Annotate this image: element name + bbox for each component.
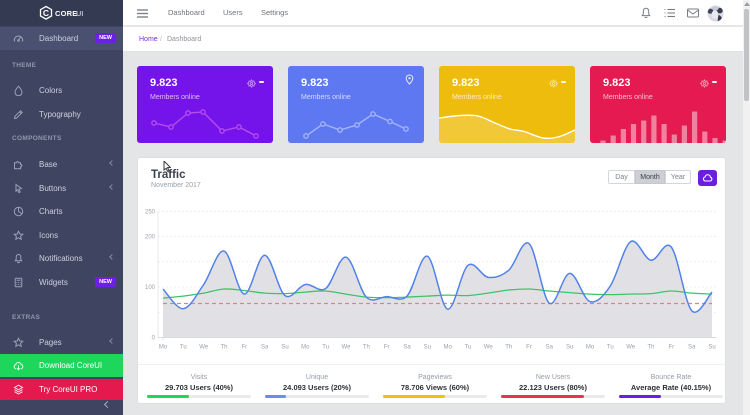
svg-text:Su: Su xyxy=(281,345,288,351)
svg-text:Sa: Sa xyxy=(546,345,554,351)
svg-text:Su: Su xyxy=(708,345,715,351)
svg-text:We: We xyxy=(484,345,494,351)
svg-text:Fr: Fr xyxy=(241,345,247,351)
svg-text:UI: UI xyxy=(76,9,84,18)
svg-text:Mo: Mo xyxy=(586,345,595,351)
svg-text:Th: Th xyxy=(647,345,654,351)
svg-text:Th: Th xyxy=(505,345,512,351)
svg-text:Su: Su xyxy=(566,345,573,351)
svg-text:Su: Su xyxy=(424,345,431,351)
svg-text:Fr: Fr xyxy=(668,345,674,351)
svg-text:Tu: Tu xyxy=(607,345,614,351)
svg-text:Tu: Tu xyxy=(180,345,187,351)
svg-text:Mo: Mo xyxy=(301,345,310,351)
svg-text:Sa: Sa xyxy=(688,345,696,351)
svg-text:Sa: Sa xyxy=(403,345,411,351)
svg-text:Tu: Tu xyxy=(322,345,329,351)
svg-text:Tu: Tu xyxy=(465,345,472,351)
svg-text:100: 100 xyxy=(145,285,156,291)
svg-text:Th: Th xyxy=(220,345,227,351)
svg-text:We: We xyxy=(626,345,636,351)
svg-text:We: We xyxy=(199,345,209,351)
svg-text:250: 250 xyxy=(145,209,156,215)
svg-text:Fr: Fr xyxy=(384,345,390,351)
svg-text:Mo: Mo xyxy=(159,345,168,351)
svg-text:Fr: Fr xyxy=(526,345,532,351)
svg-text:Th: Th xyxy=(363,345,370,351)
svg-text:We: We xyxy=(342,345,352,351)
svg-text:C: C xyxy=(43,8,49,18)
svg-text:Mo: Mo xyxy=(444,345,453,351)
svg-text:CORE: CORE xyxy=(55,9,77,18)
svg-text:200: 200 xyxy=(145,235,156,241)
svg-text:0: 0 xyxy=(152,336,156,342)
svg-text:Sa: Sa xyxy=(261,345,269,351)
